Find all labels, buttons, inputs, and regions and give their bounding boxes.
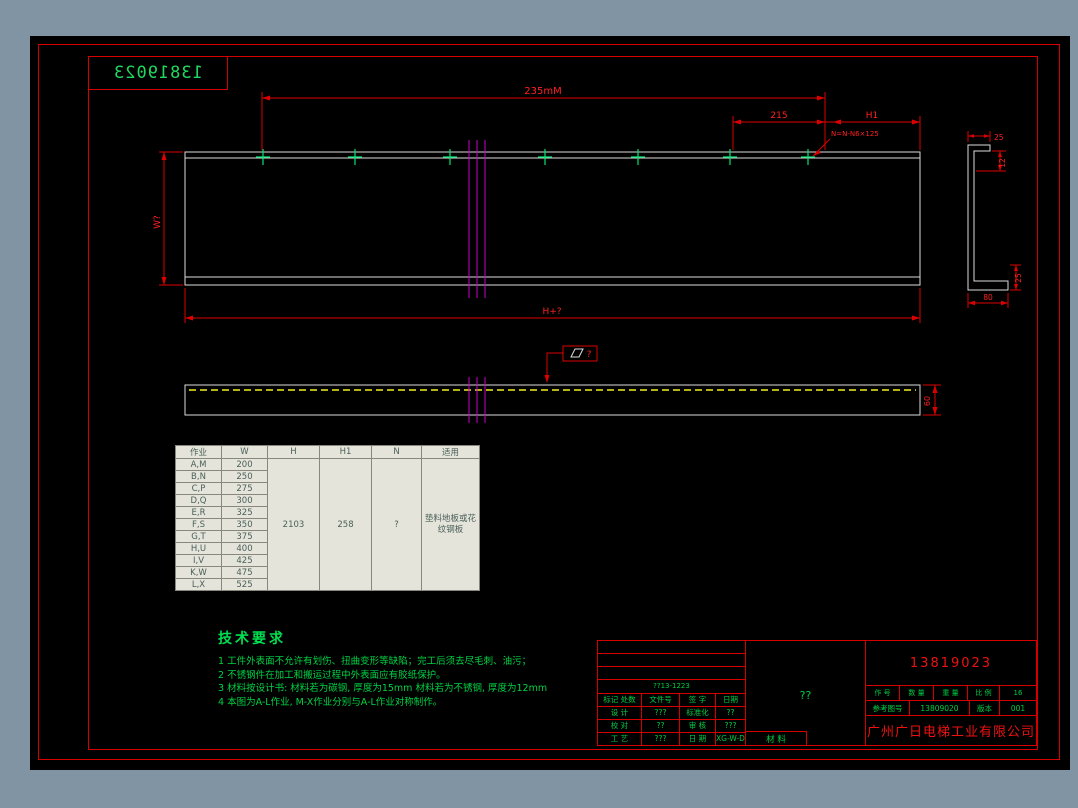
stamp-box: 13819023 (88, 56, 228, 90)
table-cell: E,R (175, 506, 222, 519)
table-cell: L,X (175, 578, 222, 591)
table-cell: 200 (221, 458, 268, 471)
sign-cell: 审 核 (680, 719, 716, 732)
revision-row-empty (598, 654, 745, 668)
sheet-number: 16 (1013, 689, 1023, 697)
reference-row: 参考图号 13809020 版本 001 (866, 701, 1036, 716)
revision-row-empty (598, 641, 745, 655)
table-cell: 325 (221, 506, 268, 519)
table-cell: H,U (175, 542, 222, 555)
sign-cell: 日 期 (680, 732, 716, 745)
tech-requirements: 技术要求 1 工件外表面不允许有划伤、扭曲变形等缺陷；完工后须去尽毛刺、油污； 2… (218, 628, 547, 709)
ref-number: 13809020 (910, 701, 970, 715)
tech-requirements-title: 技术要求 (218, 631, 286, 647)
table-cell: K,W (175, 566, 222, 579)
table-cell: C,P (175, 482, 222, 495)
info-header-cell: 作 号 (866, 686, 900, 700)
table-merged-cell: 2103 (267, 458, 320, 591)
sign-cell: 标准化 (680, 706, 716, 719)
table-cell: 250 (221, 470, 268, 483)
cad-drawing-page: 13819023 235mM 215 H1 N=N-N6×125 W? H+? … (0, 0, 1078, 808)
parameters-table-body: A,M 200 2103 258? 垫料地板或花纹钢板 B,N 250 C,P 275 D,Q 30… (175, 458, 480, 591)
drawing-number: 13819023 (866, 641, 1036, 686)
info-header-cell: 数 量 (900, 686, 934, 700)
col-header: H (267, 445, 320, 459)
signature-row: 工 艺 ??? 日 期 XG-W-D (598, 732, 745, 745)
tech-item: 1 工件外表面不允许有划伤、扭曲变形等缺陷；完工后须去尽毛刺、油污； (218, 656, 532, 667)
sign-cell: ?? (642, 719, 680, 732)
table-cell: G,T (175, 530, 222, 543)
info-header-cell: 比 例 (968, 686, 1000, 700)
table-cell: 350 (221, 518, 268, 531)
product-code: ?? (799, 689, 812, 702)
tech-item: 2 不锈钢件在加工和搬运过程中外表面应有胶纸保护。 (218, 669, 446, 681)
table-cell: A,M (175, 458, 222, 471)
tech-items-list: 1 工件外表面不允许有划伤、扭曲变形等缺陷；完工后须去尽毛刺、油污； 2 不锈钢件… (218, 655, 547, 709)
stamp-number: 13819023 (113, 63, 203, 83)
table-cell: B,N (175, 470, 222, 483)
table-cell: 375 (221, 530, 268, 543)
revision-header-row: 标记 处数 文件号 签 字 日期 (598, 693, 745, 707)
col-header: 作业 (175, 445, 222, 459)
version-label: 版本 (970, 701, 1000, 715)
revision-signature-area: ??13-1223 标记 处数 文件号 签 字 日期 设 计 ??? 标准化 ?… (598, 641, 746, 745)
col-header: W (221, 445, 268, 459)
sign-cell: 设 计 (598, 706, 642, 719)
company-name: 广州广日电梯工业有限公司 (866, 725, 1035, 740)
sign-cell: XG-W-D (716, 734, 745, 744)
tech-item: 3 材料按设计书: 材料若为碳钢, 厚度为15mm 材料若为不锈钢, 厚度为12… (218, 683, 548, 694)
rev-header-cell: 标记 处数 (598, 693, 642, 706)
table-header-row: 作业 W H H1 N 适用 (175, 445, 480, 459)
sign-cell: 工 艺 (598, 732, 642, 745)
col-header: N (371, 445, 422, 459)
table-cell: 400 (221, 542, 268, 555)
rev-header-cell: 文件号 (642, 693, 680, 706)
table-cell: 275 (221, 482, 268, 495)
table-merged-cell: ? (371, 458, 422, 591)
table-cell: D,Q (175, 494, 222, 507)
revision-row-empty (598, 667, 745, 681)
version-value: 001 (1010, 703, 1026, 713)
table-row: A,M 200 2103 258? 垫料地板或花纹钢板 (175, 458, 480, 591)
info-header-cell: 重 量 (934, 686, 968, 700)
table-cell: 475 (221, 566, 268, 579)
info-area: 13819023 作 号 数 量 重 量 比 例 16 参考图号 1380902… (866, 641, 1036, 745)
title-block: ??13-1223 标记 处数 文件号 签 字 日期 设 计 ??? 标准化 ?… (597, 640, 1037, 746)
signature-row: 校 对 ?? 审 核 ??? (598, 719, 745, 733)
product-area: ?? 材 料 (745, 641, 866, 746)
sign-cell: ??? (642, 732, 680, 745)
table-cell: I,V (175, 554, 222, 567)
ref-label: 参考图号 (866, 701, 910, 715)
tech-item: 4 本图为A-L作业, M-X作业分别与A-L作业对称制作。 (218, 696, 443, 708)
rev-header-cell: 日期 (723, 695, 738, 705)
sign-cell: ?? (726, 708, 735, 718)
rev-header-cell: 签 字 (680, 693, 716, 706)
material-label: 材 料 (745, 731, 807, 746)
table-cell: 525 (221, 578, 268, 591)
table-cell: 300 (221, 494, 268, 507)
signature-row: 设 计 ??? 标准化 ?? (598, 706, 745, 720)
table-cell: F,S (175, 518, 222, 531)
parameters-table: 作业 W H H1 N 适用 A,M 200 2103 258? 垫料地板或花纹钢板 B,… (175, 445, 480, 591)
col-header: H1 (319, 445, 372, 459)
table-cell: 425 (221, 554, 268, 567)
doc-code: ??13-1223 (598, 680, 745, 694)
table-merged-cell: 垫料地板或花纹钢板 (421, 458, 480, 591)
sign-cell: 校 对 (598, 719, 642, 732)
info-header-row: 作 号 数 量 重 量 比 例 16 (866, 686, 1036, 701)
sign-cell: ??? (642, 706, 680, 719)
col-header: 适用 (421, 445, 480, 459)
table-merged-cell: 258 (319, 458, 372, 591)
sign-cell: ??? (724, 721, 737, 731)
